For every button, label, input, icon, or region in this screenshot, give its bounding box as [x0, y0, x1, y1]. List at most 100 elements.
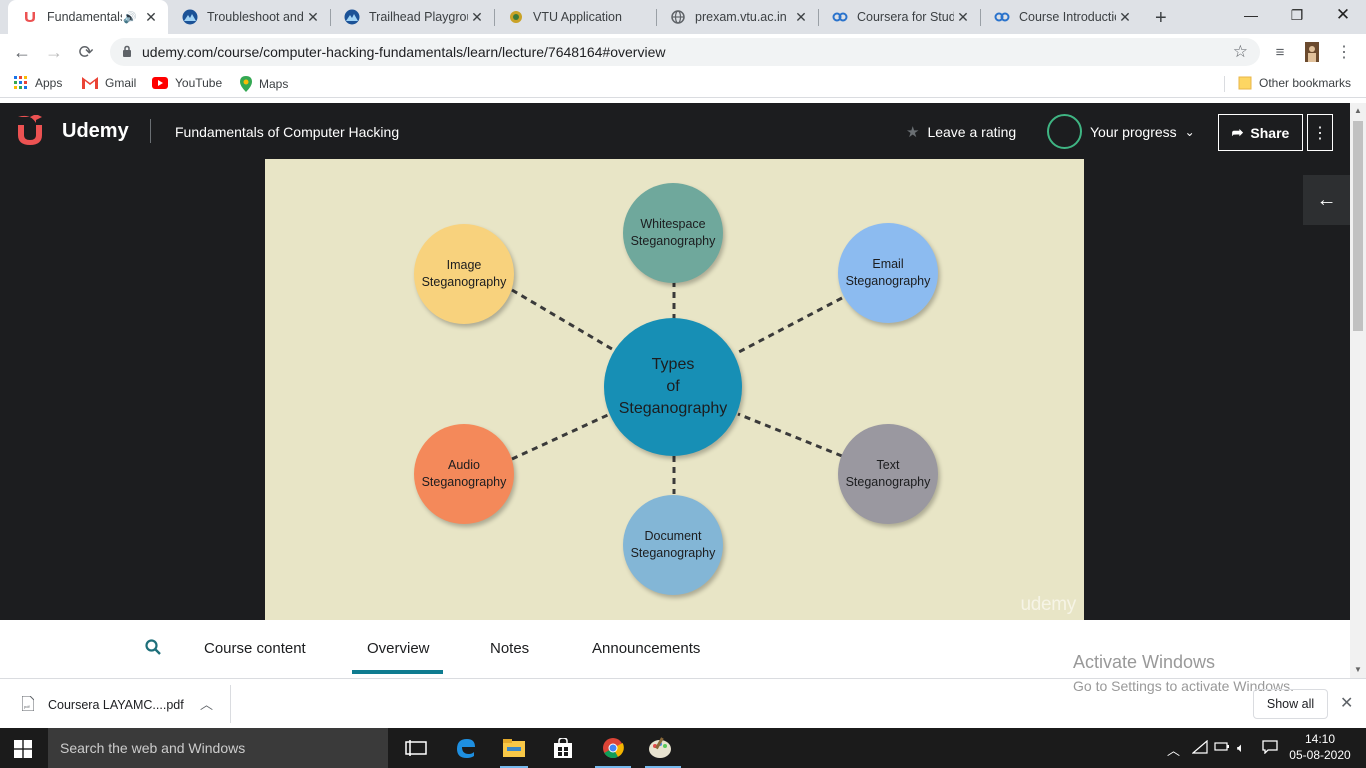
trailhead-icon: [182, 9, 198, 25]
udemy-icon: [22, 9, 38, 25]
chevron-up-icon[interactable]: ︿: [200, 694, 213, 713]
close-window-icon[interactable]: ✕: [1320, 0, 1366, 30]
course-title[interactable]: Fundamentals of Computer Hacking: [175, 124, 399, 140]
close-tab-icon[interactable]: ✕: [304, 8, 322, 26]
network-icon[interactable]: [1191, 739, 1208, 757]
close-tab-icon[interactable]: ✕: [1116, 8, 1134, 26]
lock-icon: [122, 45, 132, 63]
taskbar-search-input[interactable]: Search the web and Windows: [48, 728, 388, 768]
browser-toolbar: ← → ⟳ udemy.com/course/computer-hacking-…: [0, 34, 1366, 70]
tab-trailhead-playground[interactable]: Trailhead Playgrou ✕: [330, 0, 494, 34]
chrome-icon[interactable]: [601, 736, 625, 760]
media-control-icon[interactable]: ≡: [1268, 40, 1292, 64]
reload-icon[interactable]: ⟳: [74, 40, 98, 64]
tab-course-content[interactable]: Course content: [204, 640, 306, 657]
vtu-icon: [508, 9, 524, 25]
expand-sidebar-button[interactable]: ←: [1303, 175, 1350, 225]
windows-start-icon[interactable]: [14, 740, 32, 763]
bookmarks-bar: Apps Gmail YouTube Maps Other bookmarks: [0, 70, 1366, 98]
folder-icon: [1238, 76, 1252, 90]
battery-icon[interactable]: [1214, 740, 1230, 755]
page-scrollbar[interactable]: ▲ ▼: [1350, 103, 1366, 678]
leave-rating-button[interactable]: ★ Leave a rating: [906, 123, 1016, 141]
show-all-button[interactable]: Show all: [1253, 689, 1328, 719]
tab-prexam[interactable]: prexam.vtu.ac.in ✕: [656, 0, 818, 34]
download-separator: [230, 685, 231, 723]
bookmark-star-icon[interactable]: ☆: [1233, 42, 1248, 62]
forward-icon[interactable]: →: [42, 40, 66, 64]
header-separator: [150, 119, 151, 143]
tab-fundamentals[interactable]: Fundamentals 🔊 ✕: [8, 0, 168, 34]
minimize-icon[interactable]: —: [1228, 0, 1274, 30]
tab-overview[interactable]: Overview: [367, 640, 430, 657]
youtube-icon: [152, 77, 168, 89]
show-hidden-icons-icon[interactable]: ︿: [1167, 740, 1180, 759]
tab-announcements[interactable]: Announcements: [592, 640, 700, 657]
apps-grid-icon: [14, 76, 28, 90]
coursera-icon: [994, 9, 1010, 25]
speaker-icon[interactable]: 🔊: [122, 9, 138, 25]
address-bar[interactable]: udemy.com/course/computer-hacking-fundam…: [110, 38, 1260, 66]
pdf-icon: pdf: [21, 695, 35, 714]
search-icon[interactable]: [145, 639, 161, 660]
slide-diagram: Whitespace Steganography Image Steganogr…: [265, 159, 1084, 620]
video-player[interactable]: Whitespace Steganography Image Steganogr…: [0, 159, 1350, 620]
progress-ring: [1047, 114, 1082, 149]
node-types-of-steganography: Types of Steganography: [604, 318, 742, 456]
bookmark-gmail[interactable]: Gmail: [82, 76, 136, 90]
download-item[interactable]: pdf Coursera LAYAMC....pdf: [21, 695, 184, 714]
active-tab-indicator: [352, 670, 443, 674]
task-view-icon[interactable]: [404, 736, 428, 760]
scroll-down-icon[interactable]: ▼: [1354, 665, 1362, 674]
globe-icon: [670, 9, 686, 25]
volume-icon[interactable]: 🔈︎: [1237, 740, 1245, 756]
node-text-steganography: Text Steganography: [838, 424, 938, 524]
scrollbar-thumb[interactable]: [1353, 121, 1363, 331]
tab-vtu-application[interactable]: VTU Application: [494, 0, 656, 34]
share-button[interactable]: ➦ Share: [1218, 114, 1303, 151]
other-bookmarks[interactable]: Other bookmarks: [1238, 76, 1351, 90]
progress-button[interactable]: Your progress ⌄: [1047, 114, 1195, 149]
windows-taskbar: Search the web and Windows ︿ 🔈︎ 14:10 05…: [0, 728, 1366, 768]
bookmark-youtube[interactable]: YouTube: [152, 76, 222, 90]
close-tab-icon[interactable]: ✕: [468, 8, 486, 26]
node-image-steganography: Image Steganography: [414, 224, 514, 324]
notifications-icon[interactable]: [1262, 740, 1278, 757]
new-tab-icon[interactable]: +: [1155, 7, 1167, 30]
browser-menu-icon[interactable]: ⋮: [1332, 40, 1356, 64]
node-email-steganography: Email Steganography: [838, 223, 938, 323]
tab-notes[interactable]: Notes: [490, 640, 529, 657]
avatar[interactable]: [1300, 40, 1324, 64]
url-text: udemy.com/course/computer-hacking-fundam…: [142, 44, 666, 60]
tab-troubleshoot[interactable]: Troubleshoot and ✕: [168, 0, 330, 34]
close-icon[interactable]: ✕: [1340, 693, 1353, 713]
share-icon: ➦: [1231, 124, 1244, 140]
tab-course-introduction[interactable]: Course Introductic ✕: [980, 0, 1142, 34]
bookmark-maps[interactable]: Maps: [240, 76, 288, 92]
store-icon[interactable]: [551, 736, 575, 760]
more-options-icon[interactable]: ⋮: [1307, 114, 1333, 151]
udemy-logo[interactable]: Udemy: [16, 115, 129, 147]
udemy-header: Udemy Fundamentals of Computer Hacking ★…: [0, 103, 1350, 159]
node-audio-steganography: Audio Steganography: [414, 424, 514, 524]
close-tab-icon[interactable]: ✕: [792, 8, 810, 26]
paint-icon[interactable]: [648, 736, 672, 760]
tab-coursera-students[interactable]: Coursera for Stude ✕: [818, 0, 980, 34]
restore-icon[interactable]: ❐: [1274, 0, 1320, 30]
svg-text:pdf: pdf: [24, 704, 30, 709]
udemy-logo-icon: [18, 115, 42, 145]
back-icon[interactable]: ←: [10, 40, 34, 64]
close-tab-icon[interactable]: ✕: [142, 8, 160, 26]
taskbar-clock[interactable]: 14:10 05-08-2020: [1288, 731, 1352, 763]
scroll-up-icon[interactable]: ▲: [1354, 106, 1362, 115]
node-whitespace-steganography: Whitespace Steganography: [623, 183, 723, 283]
edge-icon[interactable]: [454, 736, 478, 760]
bookmark-separator: [1224, 76, 1225, 92]
bookmark-apps[interactable]: Apps: [14, 76, 62, 90]
close-tab-icon[interactable]: ✕: [954, 8, 972, 26]
trailhead-icon: [344, 9, 360, 25]
coursera-icon: [832, 9, 848, 25]
arrow-left-icon: ←: [1316, 188, 1337, 211]
file-explorer-icon[interactable]: [502, 736, 526, 760]
activate-windows-title: Activate Windows: [1073, 652, 1216, 672]
